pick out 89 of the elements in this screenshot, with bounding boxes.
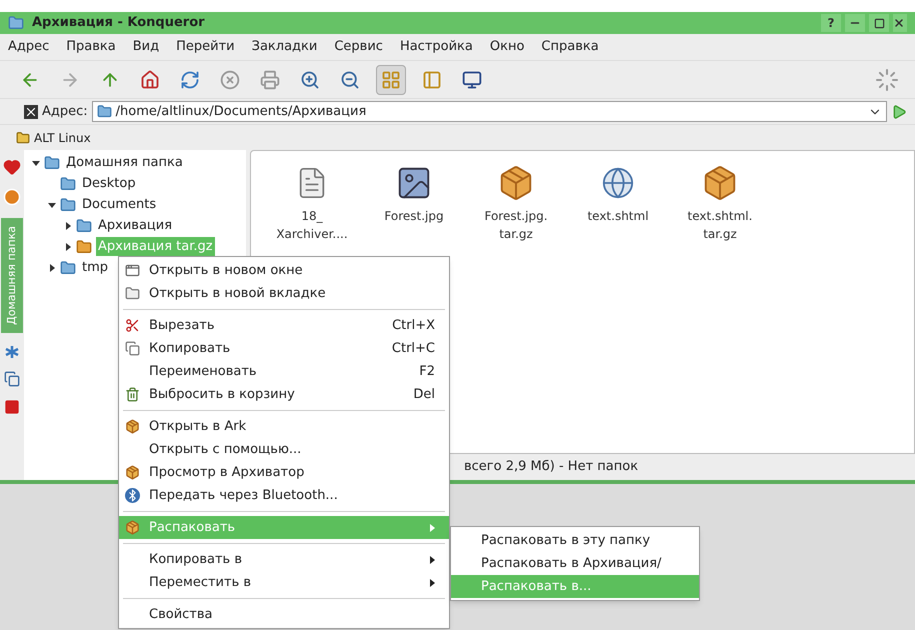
close-button[interactable] xyxy=(893,14,907,32)
address-value: /home/altlinux/Documents/Архивация xyxy=(116,102,366,121)
window-title: Архивация - Konqueror xyxy=(32,14,205,32)
folder-icon xyxy=(16,130,30,144)
zoom-in-icon xyxy=(300,70,320,90)
folder-icon xyxy=(76,238,92,254)
folder-icon xyxy=(44,154,60,170)
menu-item[interactable]: Справка xyxy=(541,37,599,57)
bluetooth-icon xyxy=(125,488,140,503)
star-icon[interactable] xyxy=(5,344,19,359)
menu-item[interactable]: Распаковать в эту папку xyxy=(451,529,699,552)
menu-item[interactable]: Перейти xyxy=(176,37,235,57)
menu-item[interactable]: Переместить в xyxy=(119,571,449,594)
menu-item[interactable]: Открыть в Ark xyxy=(119,415,449,438)
file-item[interactable]: text.shtml xyxy=(573,163,663,225)
menu-item[interactable]: Открыть в новой вкладке xyxy=(119,282,449,305)
go-icon[interactable] xyxy=(891,104,907,120)
expanded-arrow-icon[interactable] xyxy=(48,200,56,208)
collapsed-arrow-icon[interactable] xyxy=(64,242,72,250)
menu-item[interactable]: Распаковать в Архивация/ xyxy=(451,552,699,575)
expanded-arrow-icon[interactable] xyxy=(32,158,40,166)
icon-view-icon xyxy=(381,70,401,90)
folder-icon xyxy=(125,286,140,301)
file-item[interactable]: 18_ Xarchiver.... xyxy=(267,163,357,243)
menu-item[interactable]: Свойства xyxy=(119,603,449,626)
menu-item[interactable]: Выбросить в корзину Del xyxy=(119,383,449,406)
windows-icon[interactable] xyxy=(4,370,20,387)
submenu-arrow-icon xyxy=(430,556,435,564)
menu-item[interactable]: Вырезать Ctrl+X xyxy=(119,314,449,337)
submenu-arrow-icon xyxy=(430,524,435,532)
folder-icon xyxy=(60,176,76,192)
stop-icon xyxy=(220,70,240,90)
menu-item[interactable]: Открыть в новом окне xyxy=(119,259,449,282)
globe-page-icon xyxy=(601,166,635,200)
maximize-icon xyxy=(874,18,884,28)
scissors-icon xyxy=(125,318,140,333)
tree-item[interactable]: Домашняя папка xyxy=(64,152,185,172)
heart-icon[interactable] xyxy=(3,158,21,176)
file-item[interactable]: text.shtml. tar.gz xyxy=(675,163,765,243)
collapsed-arrow-icon[interactable] xyxy=(64,222,72,230)
menu-item[interactable]: Окно xyxy=(490,37,524,57)
menu-item[interactable]: Правка xyxy=(66,37,116,57)
menu-item[interactable]: Настройка xyxy=(400,37,473,57)
status-text: всего 2,9 Мб) - Нет папок xyxy=(464,458,638,476)
home-icon xyxy=(140,70,160,90)
close-icon xyxy=(893,17,905,29)
menu-item[interactable]: Передать через Bluetooth... xyxy=(119,484,449,507)
zoom-out-icon xyxy=(340,70,360,90)
tree-item[interactable]: Documents xyxy=(80,194,158,214)
help-button[interactable]: ? xyxy=(821,14,841,32)
menu-item[interactable]: Просмотр в Архиватор xyxy=(119,461,449,484)
box-icon xyxy=(125,419,140,434)
minimize-button[interactable] xyxy=(845,14,865,32)
icon-view-button[interactable] xyxy=(376,64,406,94)
panel-icon xyxy=(422,70,442,90)
folder-icon xyxy=(60,260,76,276)
screen-icon xyxy=(462,70,482,90)
trash-icon xyxy=(125,387,140,402)
menu-item[interactable]: Закладки xyxy=(252,37,318,57)
address-field[interactable]: /home/altlinux/Documents/Архивация xyxy=(92,101,887,122)
folder-icon xyxy=(96,104,112,119)
box-icon xyxy=(125,465,140,480)
tree-item[interactable]: tmp xyxy=(80,258,110,278)
spinner-icon xyxy=(875,68,899,92)
menu-item[interactable]: Сервис xyxy=(334,37,383,57)
maximize-button[interactable] xyxy=(869,14,889,32)
copy-icon xyxy=(125,341,140,356)
folder-icon xyxy=(60,196,76,212)
menu-item[interactable]: Копировать в xyxy=(119,548,449,571)
menu-item[interactable]: Вид xyxy=(132,37,160,57)
address-label: Адрес: xyxy=(42,102,88,121)
menu-item[interactable]: Открыть с помощью... xyxy=(119,438,449,461)
clear-icon[interactable] xyxy=(24,104,38,118)
menu-item[interactable]: Переименовать F2 xyxy=(119,360,449,383)
tree-item[interactable]: Desktop xyxy=(80,174,138,194)
menu-item[interactable]: Адрес xyxy=(8,37,50,57)
menu-item[interactable]: Копировать Ctrl+C xyxy=(119,337,449,360)
printer-icon xyxy=(260,70,280,90)
box-icon xyxy=(125,520,140,535)
tree-item[interactable]: Архивация xyxy=(96,216,174,236)
file-item[interactable]: Forest.jpg. tar.gz xyxy=(471,163,561,243)
window-icon xyxy=(125,263,140,278)
bookmark-button[interactable]: ALT Linux xyxy=(16,128,91,146)
file-item[interactable]: Forest.jpg xyxy=(369,163,459,225)
collapsed-arrow-icon[interactable] xyxy=(48,264,56,272)
folder-icon xyxy=(8,15,24,31)
reload-icon xyxy=(180,70,200,90)
submenu-arrow-icon xyxy=(430,578,435,586)
folder-icon xyxy=(76,218,92,234)
